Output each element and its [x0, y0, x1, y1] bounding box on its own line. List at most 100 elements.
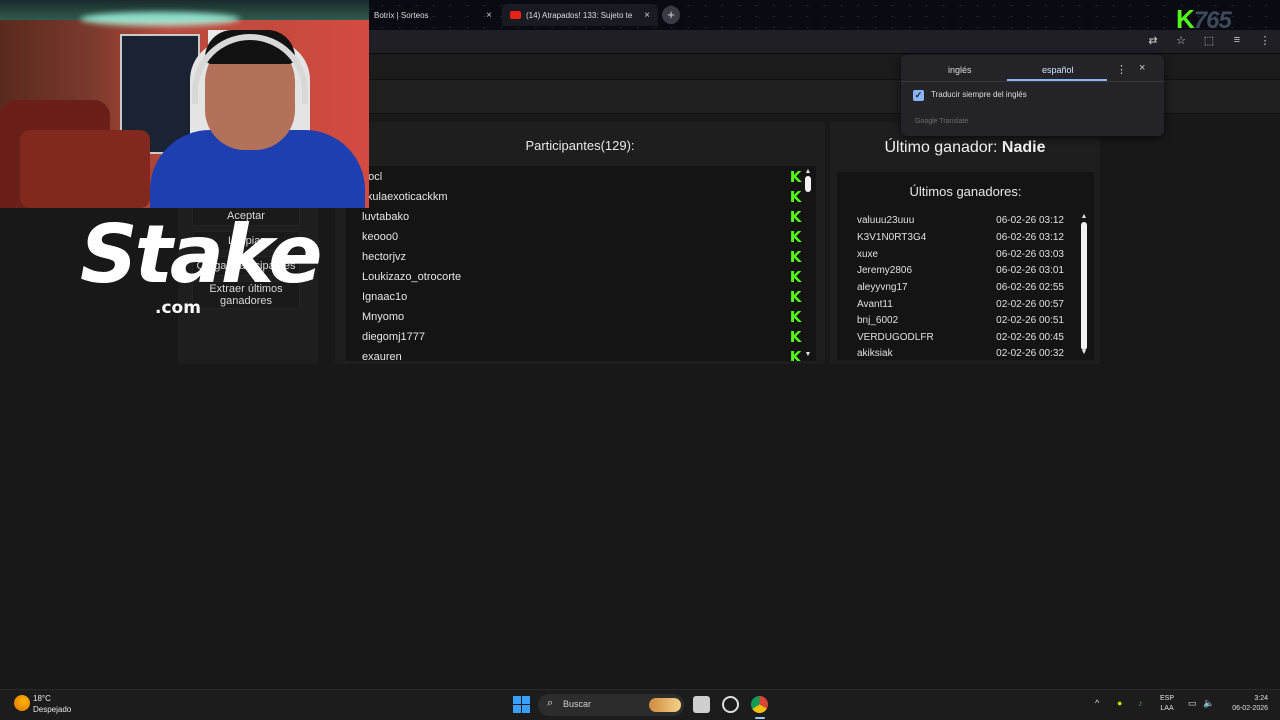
list-item[interactable]: diegomj1777 K: [362, 327, 802, 347]
tab-botrix[interactable]: Botrix | Sorteos ×: [366, 4, 500, 26]
weather-icon[interactable]: [14, 695, 30, 711]
weather-description[interactable]: Despejado: [33, 705, 71, 714]
list-item[interactable]: Loukizazo_otrocorte K: [362, 267, 802, 287]
media-icon[interactable]: ≡: [1230, 34, 1244, 47]
translate-icon[interactable]: ⇄: [1146, 34, 1160, 47]
menu-icon[interactable]: ⋮: [1258, 34, 1272, 47]
winner-date: 02-02-26 00:45: [996, 332, 1064, 343]
network-icon[interactable]: ▭: [1188, 698, 1197, 709]
participant-name: Ignaac1o: [362, 291, 408, 303]
microphone-icon[interactable]: ♪: [1138, 698, 1143, 708]
tab-label: (14) Atrapados! 133: Sujeto te: [526, 10, 633, 20]
last-winner-name: Nadie: [1001, 139, 1046, 156]
search-placeholder: Buscar: [563, 699, 592, 709]
scroll-thumb[interactable]: [805, 176, 811, 192]
participant-name: lixulaexoticackkm: [362, 191, 448, 203]
table-row: aleyyvng17 06-02-26 02:55: [857, 280, 1067, 296]
kick-icon: K: [789, 248, 802, 266]
clock-time: 3:24: [1254, 695, 1268, 702]
winner-date: 06-02-26 02:55: [996, 282, 1064, 293]
winner-name: akiksiak: [857, 348, 893, 358]
participants-scrollbar[interactable]: ▲ ▼: [804, 166, 812, 361]
winner-date: 02-02-26 00:32: [996, 348, 1064, 358]
winner-name: K3V1N0RT3G4: [857, 232, 927, 243]
kick-icon: K: [789, 268, 802, 286]
tab-label: Botrix | Sorteos: [374, 10, 429, 20]
scroll-up-icon[interactable]: ▲: [804, 168, 812, 176]
table-row: VERDUGODLFR 02-02-26 00:45: [857, 330, 1067, 346]
participant-name: Mnyomo: [362, 311, 405, 323]
scroll-down-icon[interactable]: ▼: [804, 351, 812, 359]
bookmark-star-icon[interactable]: ☆: [1174, 34, 1188, 47]
extensions-icon[interactable]: ⬚: [1202, 34, 1216, 47]
winner-name: Jeremy2806: [857, 265, 913, 276]
webcam-light: [80, 12, 240, 26]
list-item[interactable]: exauren K: [362, 347, 802, 361]
table-row: valuuu23uuu 06-02-26 03:12: [857, 213, 1067, 229]
webcam-overlay: [0, 0, 369, 208]
app-icon[interactable]: [722, 696, 739, 713]
winner-date: 06-02-26 03:12: [996, 232, 1064, 243]
tray-overflow-icon[interactable]: ^: [1095, 698, 1099, 708]
list-item[interactable]: hectorjvz K: [362, 247, 802, 267]
chrome-icon[interactable]: [751, 696, 768, 713]
kick-icon: K: [789, 288, 802, 306]
winners-scrollbar[interactable]: ▲ ▼: [1080, 213, 1088, 359]
list-item[interactable]: luvtabako K: [362, 207, 802, 227]
scroll-up-icon[interactable]: ▲: [1080, 213, 1088, 221]
clock[interactable]: 3:24 06-02-2026: [1226, 694, 1268, 714]
winner-name: valuuu23uuu: [857, 215, 915, 226]
close-tab-icon[interactable]: ×: [486, 10, 492, 21]
tab-spanish[interactable]: español: [1042, 65, 1074, 75]
stake-logo-suffix: .com: [155, 298, 201, 318]
scroll-thumb[interactable]: [1081, 222, 1087, 350]
list-item[interactable]: Mnyomo K: [362, 307, 802, 327]
always-translate-checkbox[interactable]: ✓: [913, 90, 924, 101]
weather-temperature[interactable]: 18°C: [33, 694, 51, 703]
list-item[interactable]: lixulaexoticackkm K: [362, 187, 802, 207]
file-explorer-icon[interactable]: [693, 696, 710, 713]
participant-name: hectorjvz: [362, 251, 407, 263]
participants-title: Participantes(129):: [525, 138, 635, 153]
table-row: xuxe 06-02-26 03:03: [857, 247, 1067, 263]
table-row: Jeremy2806 06-02-26 03:01: [857, 263, 1067, 279]
winner-name: xuxe: [857, 249, 879, 260]
winner-name: VERDUGODLFR: [857, 332, 934, 343]
stake-logo: Stake: [80, 208, 322, 301]
list-item[interactable]: Ignaac1o K: [362, 287, 802, 307]
more-options-icon[interactable]: ⋮: [1116, 63, 1127, 76]
address-bar-icons: ⇄ ☆ ⬚ ≡ ⋮: [1146, 34, 1272, 47]
kick-icon: K: [789, 168, 802, 186]
tab-youtube[interactable]: (14) Atrapados! 133: Sujeto te ×: [502, 4, 658, 26]
kick-icon: K: [789, 208, 802, 226]
kick-icon: K: [789, 228, 802, 246]
windows-start-icon[interactable]: [513, 696, 530, 713]
taskbar-search[interactable]: ⌕ Buscar: [538, 694, 684, 716]
list-item[interactable]: nocl K: [362, 167, 802, 187]
input-language[interactable]: ESP LAA: [1160, 694, 1174, 714]
winners-title: Últimos ganadores:: [909, 184, 1022, 199]
divider: [901, 81, 1164, 82]
winner-date: 06-02-26 03:01: [996, 265, 1064, 276]
close-tab-icon[interactable]: ×: [644, 10, 650, 21]
list-item[interactable]: keooo0 K: [362, 227, 802, 247]
winner-date: 02-02-26 00:51: [996, 315, 1064, 326]
tray-app-icon[interactable]: ●: [1117, 698, 1122, 708]
language-code: ESP: [1160, 695, 1175, 702]
participants-list[interactable]: nocl K lixulaexoticackkm K luvtabako K keoo…: [346, 166, 816, 361]
search-highlight-image: [649, 698, 681, 712]
youtube-icon: [510, 11, 521, 19]
tab-english[interactable]: inglés: [948, 65, 972, 75]
kick-icon: K: [789, 188, 802, 206]
volume-icon[interactable]: 🔈: [1203, 698, 1214, 709]
winner-date: 02-02-26 00:57: [996, 299, 1064, 310]
participant-name: exauren: [362, 351, 402, 361]
new-tab-button[interactable]: +: [662, 6, 680, 24]
last-winner-label: Último ganador:: [884, 139, 998, 156]
search-icon: ⌕: [547, 697, 554, 709]
always-translate-label: Traducir siempre del inglés: [931, 90, 1027, 99]
kick-icon: K: [789, 350, 802, 361]
scroll-down-icon[interactable]: ▼: [1080, 349, 1088, 357]
close-icon[interactable]: ×: [1139, 62, 1145, 74]
participant-name: luvtabako: [362, 211, 410, 223]
